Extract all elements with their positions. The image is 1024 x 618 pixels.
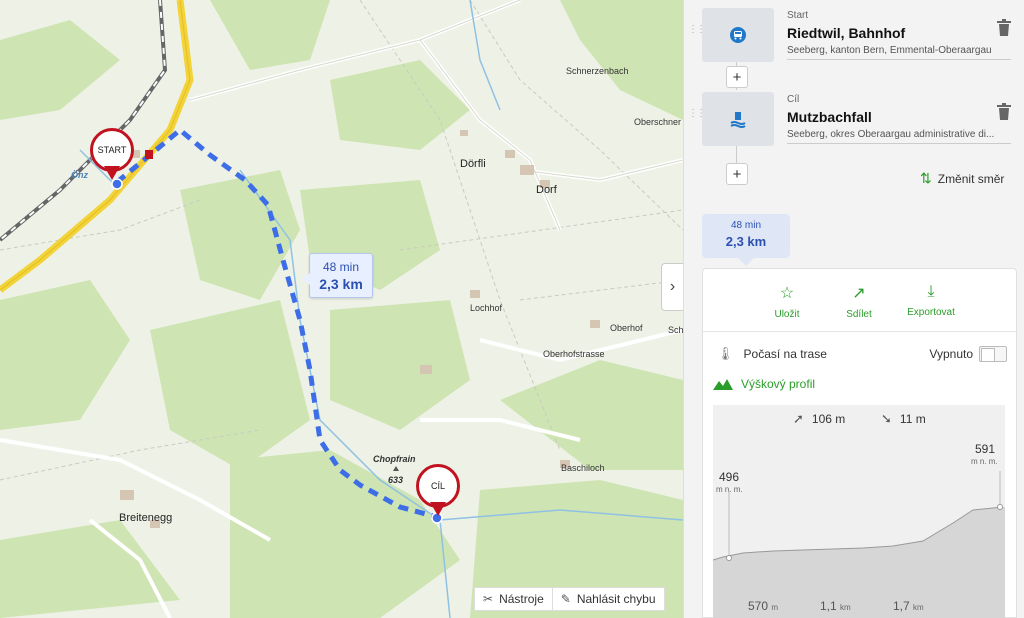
- thermometer-icon: 🌡︎: [717, 346, 734, 361]
- x-tick-1: 570 m: [748, 599, 778, 613]
- reverse-direction-label: Změnit směr: [937, 171, 1005, 186]
- end-kind-label: Cíl: [787, 94, 800, 105]
- x-tick-3-unit: km: [913, 603, 924, 612]
- map-canvas: [0, 0, 683, 618]
- variant-distance: 2,3 km: [725, 234, 767, 249]
- reverse-direction-button[interactable]: ⇅ Změnit směr: [920, 170, 1004, 187]
- tools-label: Nástroje: [499, 592, 544, 606]
- route-label-time: 48 min: [322, 260, 360, 274]
- start-name[interactable]: Riedtwil, Bahnhof: [787, 25, 905, 41]
- route-info-label[interactable]: 48 min 2,3 km: [302, 253, 373, 298]
- collapse-panel-button[interactable]: ›: [661, 263, 683, 311]
- share-button[interactable]: ↗ Sdílet: [819, 283, 899, 320]
- map-toolbar: ✂ Nástroje ✎ Nahlásit chybu: [474, 587, 665, 611]
- star-icon: ☆: [779, 285, 795, 302]
- save-button[interactable]: ☆ Uložit: [747, 283, 827, 320]
- weather-label: Počasí na trase: [743, 347, 827, 361]
- place-lochhof: Lochhof: [470, 303, 503, 313]
- place-dorfli: Dörfli: [460, 158, 486, 170]
- tools-button[interactable]: ✂ Nástroje: [475, 588, 552, 610]
- start-description: Seeberg, kanton Bern, Emmental-Oberaarga…: [787, 45, 1011, 60]
- train-station-icon: [730, 27, 746, 43]
- end-thumbnail: [702, 92, 774, 146]
- share-label: Sdílet: [846, 309, 872, 320]
- place-baschiloch: Baschiloch: [561, 463, 605, 473]
- elevation-plot: [713, 471, 1005, 618]
- export-label: Exportovat: [907, 307, 955, 318]
- end-marker[interactable]: CÍL: [416, 464, 460, 518]
- x-tick-1-value: 570: [748, 599, 769, 613]
- weather-state: Vypnuto: [929, 347, 973, 361]
- share-icon: ↗: [852, 285, 866, 302]
- place-dorf: Dorf: [536, 184, 557, 196]
- end-description: Seeberg, okres Oberaargau administrative…: [787, 129, 1011, 144]
- route-label-pointer: [302, 273, 310, 285]
- place-onz-stream: Önz: [71, 170, 88, 180]
- route-panel: ⋮⋮ Start Riedtwil, Bahnhof Seeberg, kant…: [683, 0, 1024, 618]
- place-schnerzenbach: Schnerzenbach: [566, 66, 629, 76]
- trash-icon[interactable]: [996, 18, 1012, 38]
- trash-icon[interactable]: [996, 102, 1012, 122]
- end-name[interactable]: Mutzbachfall: [787, 109, 872, 125]
- place-oberschnerzenbach: Oberschner: [634, 117, 682, 127]
- variant-time: 48 min: [730, 220, 761, 231]
- x-tick-3: 1,7 km: [893, 599, 924, 613]
- route-variant-tab[interactable]: 48 min 2,3 km: [702, 214, 790, 266]
- x-tick-1-unit: m: [771, 603, 779, 612]
- swap-arrows-icon: ⇅: [920, 170, 932, 186]
- map-view[interactable]: Schnerzenbach Oberschner Dörfli Dorf Loc…: [0, 0, 683, 618]
- add-waypoint-button[interactable]: +: [726, 163, 748, 185]
- start-kind-label: Start: [787, 10, 809, 21]
- weather-toggle[interactable]: [979, 346, 1007, 362]
- place-chopfrain: Chopfrain: [373, 454, 416, 464]
- start-thumbnail: [702, 8, 774, 62]
- variant-pointer: [738, 258, 754, 266]
- connector-line: [736, 146, 737, 164]
- route-label-distance: 2,3 km: [319, 276, 363, 292]
- x-tick-2: 1,1 km: [820, 599, 851, 613]
- elevation-chart[interactable]: ➚ 106 m ➘ 11 m 496 m n. m. 591 m n. m. 5…: [713, 405, 1005, 618]
- waterfall-icon: [730, 112, 746, 128]
- download-icon: ⤓: [927, 283, 935, 300]
- tools-icon: ✂: [483, 592, 494, 606]
- x-tick-3-value: 1,7: [893, 599, 910, 613]
- mountain-icon: [713, 379, 733, 390]
- place-edge-label: Sch: [668, 325, 683, 335]
- elevation-title: Výškový profil: [741, 377, 816, 391]
- x-tick-2-value: 1,1: [820, 599, 837, 613]
- end-marker-tip: [430, 502, 446, 516]
- place-oberhof: Oberhof: [610, 323, 643, 333]
- report-error-button[interactable]: ✎ Nahlásit chybu: [551, 588, 664, 610]
- start-point[interactable]: ⋮⋮ Start Riedtwil, Bahnhof Seeberg, kant…: [684, 0, 1024, 62]
- chevron-right-icon: ›: [669, 278, 676, 295]
- elevation-profile-header[interactable]: Výškový profil: [713, 377, 815, 391]
- start-marker-tip: [104, 166, 120, 180]
- place-chopfrain-height: 633: [388, 475, 404, 485]
- divider: [703, 331, 1018, 332]
- x-tick-2-unit: km: [840, 603, 851, 612]
- start-marker[interactable]: START: [90, 128, 134, 182]
- pencil-icon: ✎: [560, 592, 571, 606]
- place-oberhofstrasse: Oberhofstrasse: [543, 349, 605, 359]
- weather-row: 🌡︎ Počasí na trase Vypnuto: [717, 344, 1007, 364]
- export-button[interactable]: ⤓ Exportovat: [891, 283, 971, 318]
- end-point[interactable]: ⋮⋮ Cíl Mutzbachfall Seeberg, okres Obera…: [684, 84, 1024, 146]
- route-detail-card: ☆ Uložit ↗ Sdílet ⤓ Exportovat 🌡︎ Počasí…: [702, 268, 1018, 618]
- save-label: Uložit: [774, 309, 800, 320]
- place-breitenegg: Breitenegg: [119, 512, 173, 524]
- report-error-label: Nahlásit chybu: [576, 592, 656, 606]
